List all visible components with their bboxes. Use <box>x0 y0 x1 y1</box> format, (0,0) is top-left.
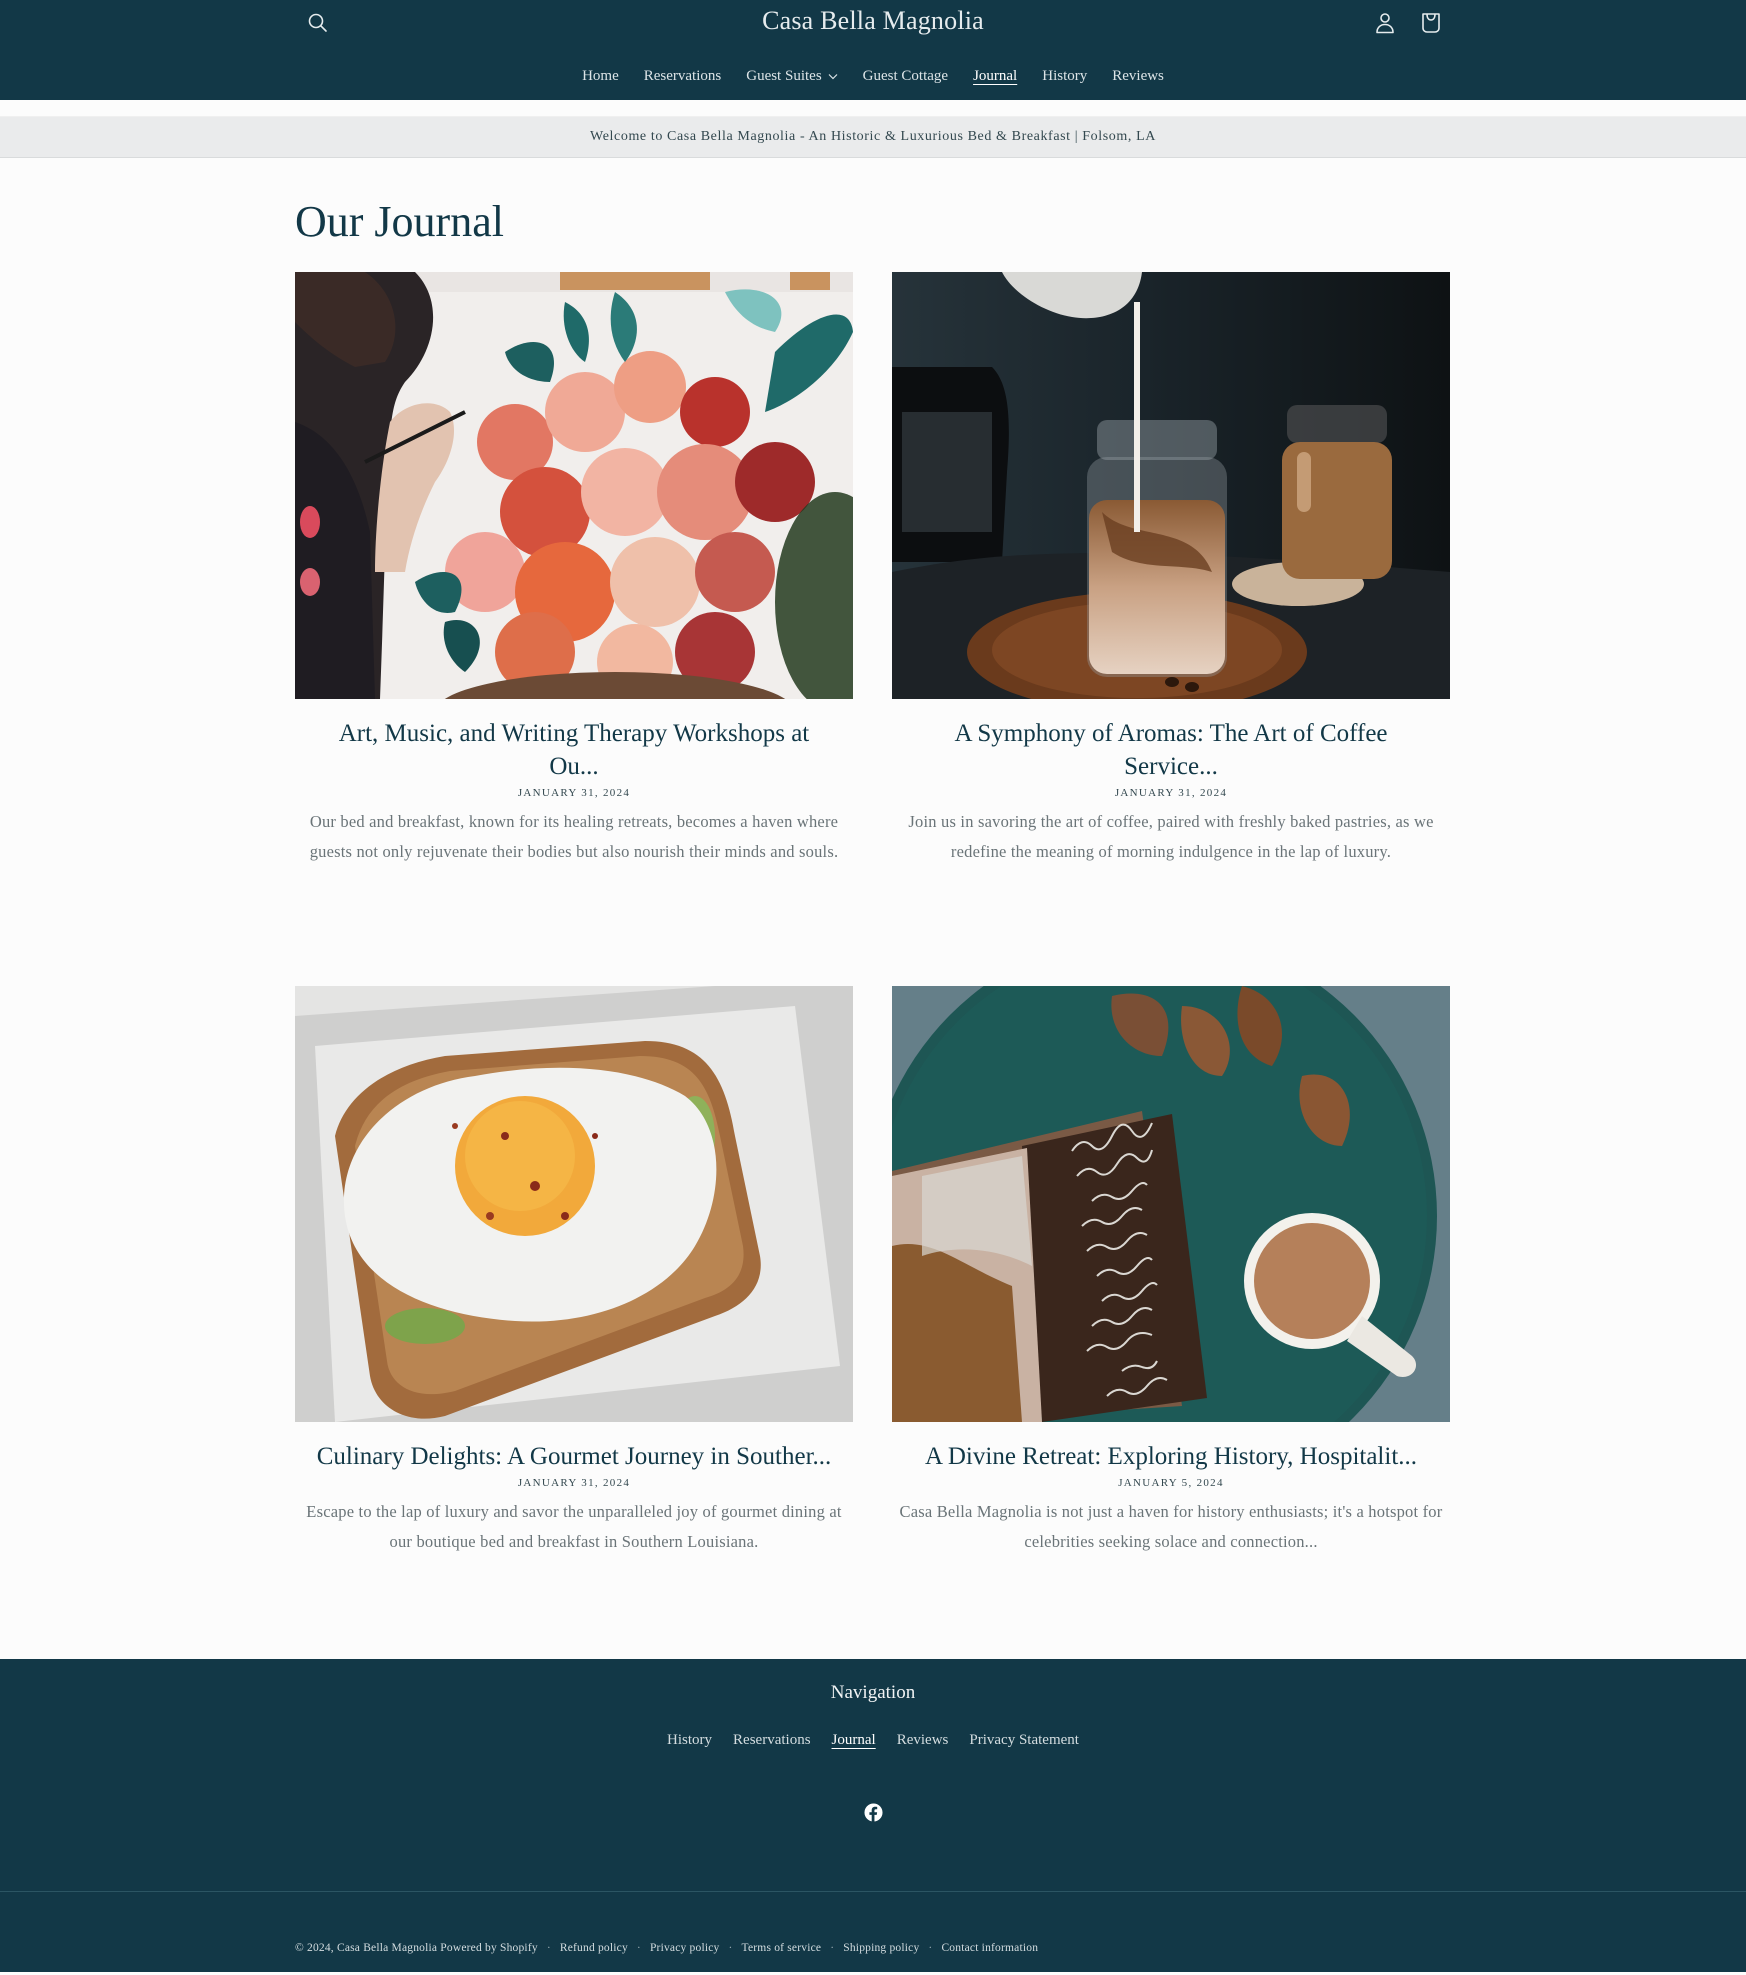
nav-item-label: Journal <box>973 68 1018 84</box>
nav-item-label: Reservations <box>643 68 722 84</box>
footer-link-journal[interactable]: Journal <box>821 1732 886 1749</box>
article-date: JANUARY 5, 2024 <box>1118 1477 1224 1489</box>
chevron-down-icon <box>828 72 838 83</box>
nav-item-journal[interactable]: Journal <box>961 68 1030 85</box>
account-button[interactable] <box>1372 10 1398 36</box>
article-grid: Art, Music, and Writing Therapy Workshop… <box>295 272 1451 1659</box>
footer-link-privacy-statement[interactable]: Privacy Statement <box>959 1732 1090 1749</box>
article-excerpt: Our bed and breakfast, known for its hea… <box>309 812 839 861</box>
nav-item-label: Reviews <box>1112 68 1164 84</box>
account-icon <box>1376 13 1394 34</box>
footer-link-history[interactable]: History <box>657 1732 723 1749</box>
site-logo[interactable]: Casa Bella Magnolia <box>0 6 1746 36</box>
footer-nav-title: Navigation <box>830 1682 916 1703</box>
separator-dot: · <box>636 1942 641 1954</box>
nav-item-label: History <box>1042 68 1088 84</box>
article-excerpt: Join us in savoring the art of coffee, p… <box>908 812 1434 861</box>
article-card[interactable]: Culinary Delights: A Gourmet Journey in … <box>295 986 853 1659</box>
policy-link-terms[interactable]: Terms of service <box>742 1942 822 1954</box>
policy-link-contact[interactable]: Contact information <box>941 1942 1038 1954</box>
facebook-icon <box>863 1803 883 1822</box>
main-nav: Home Reservations Guest Suites Guest Cot… <box>0 68 1746 85</box>
separator-dot: · <box>928 1942 933 1954</box>
nav-item-reservations[interactable]: Reservations <box>631 68 733 85</box>
article-title[interactable]: Culinary Delights: A Gourmet Journey in … <box>295 1440 853 1473</box>
footer-link-reservations[interactable]: Reservations <box>723 1732 821 1749</box>
separator-dot: · <box>546 1942 551 1954</box>
article-excerpt: Casa Bella Magnolia is not just a haven … <box>899 1502 1443 1551</box>
footer-legal: © 2024, Casa Bella Magnolia Powered by S… <box>295 1942 1038 1954</box>
site-header: Casa Bella Magnolia Home Reservations Gu… <box>0 0 1746 100</box>
nav-item-label: Guest Suites <box>746 68 822 84</box>
bible-coffee-tray-image[interactable] <box>892 986 1450 1422</box>
article-card[interactable]: A Divine Retreat: Exploring History, Hos… <box>892 986 1450 1659</box>
journal-main: Our Journal Art, Music, and Writing Ther… <box>295 158 1451 1659</box>
footer-link-reviews[interactable]: Reviews <box>886 1732 959 1749</box>
article-date: JANUARY 31, 2024 <box>517 787 631 799</box>
article-excerpt: Escape to the lap of luxury and savor th… <box>306 1502 842 1551</box>
announcement-text: Welcome to Casa Bella Magnolia - An Hist… <box>590 129 1156 144</box>
facebook-link[interactable] <box>863 1803 883 1827</box>
nav-item-guest-cottage[interactable]: Guest Cottage <box>850 68 960 85</box>
policy-link-refund[interactable]: Refund policy <box>560 1942 628 1954</box>
site-footer: Navigation History Reservations Journal … <box>0 1659 1746 1972</box>
painting-flowers-image[interactable] <box>295 272 853 699</box>
article-title[interactable]: A Symphony of Aromas: The Art of Coffee … <box>892 717 1450 783</box>
nav-item-label: Guest Cottage <box>862 68 949 84</box>
iced-coffee-jar-image[interactable] <box>892 272 1450 699</box>
nav-item-guest-suites[interactable]: Guest Suites <box>734 68 850 85</box>
egg-toast-image[interactable] <box>295 986 853 1422</box>
page-title: Our Journal <box>295 197 504 246</box>
policy-link-privacy[interactable]: Privacy policy <box>650 1942 720 1954</box>
footer-nav: History Reservations Journal Reviews Pri… <box>0 1732 1746 1749</box>
policy-link-shipping[interactable]: Shipping policy <box>843 1942 919 1954</box>
article-title[interactable]: A Divine Retreat: Exploring History, Hos… <box>892 1440 1450 1473</box>
article-title[interactable]: Art, Music, and Writing Therapy Workshop… <box>295 717 853 783</box>
copyright-text: © 2024, Casa Bella Magnolia <box>295 1942 438 1954</box>
nav-item-label: Home <box>582 68 619 84</box>
separator-dot: · <box>728 1942 733 1954</box>
article-card[interactable]: A Symphony of Aromas: The Art of Coffee … <box>892 272 1450 986</box>
footer-divider <box>0 1891 1746 1892</box>
header-gap <box>0 100 1746 117</box>
powered-by-link[interactable]: Powered by Shopify <box>440 1942 538 1954</box>
nav-item-reviews[interactable]: Reviews <box>1100 68 1177 85</box>
separator-dot: · <box>830 1942 835 1954</box>
announcement-bar: Welcome to Casa Bella Magnolia - An Hist… <box>0 117 1746 158</box>
article-date: JANUARY 31, 2024 <box>1114 787 1228 799</box>
nav-item-home[interactable]: Home <box>570 68 632 85</box>
article-date: JANUARY 31, 2024 <box>517 1477 631 1489</box>
social-links <box>0 1803 1746 1827</box>
cart-button[interactable] <box>1418 10 1444 36</box>
cart-icon <box>1422 13 1440 33</box>
nav-item-history[interactable]: History <box>1030 68 1100 85</box>
article-card[interactable]: Art, Music, and Writing Therapy Workshop… <box>295 272 853 986</box>
